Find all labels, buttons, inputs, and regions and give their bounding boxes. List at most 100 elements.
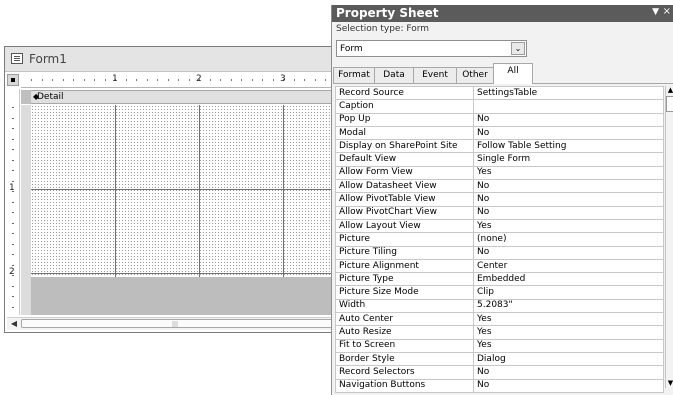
property-name: Picture Size Mode <box>335 285 474 300</box>
horizontal-scrollbar[interactable]: ◀ ||| <box>7 317 333 330</box>
property-value[interactable]: Clip <box>473 285 664 300</box>
property-value[interactable]: 5.2083" <box>473 298 664 314</box>
property-row[interactable]: Allow Layout View Yes <box>335 218 664 234</box>
property-value[interactable]: No <box>473 378 664 393</box>
tab-all[interactable]: All <box>493 63 533 84</box>
property-row[interactable]: Modal No <box>335 125 664 141</box>
tab-data[interactable]: Data <box>374 67 414 83</box>
ruler-tick <box>12 212 14 213</box>
property-row[interactable]: Allow PivotChart View No <box>335 205 664 220</box>
property-name: Auto Center <box>335 312 474 327</box>
ruler-number: 1 <box>9 183 15 193</box>
ruler-number: 2 <box>9 267 15 277</box>
ruler-tick <box>12 201 14 203</box>
section-selector-strip[interactable] <box>21 105 31 315</box>
form-titlebar[interactable]: Form1 <box>5 47 331 72</box>
property-name: Auto Resize <box>335 325 474 340</box>
property-name: Display on SharePoint Site <box>335 139 474 154</box>
ruler-tick <box>31 79 32 81</box>
property-value[interactable]: SettingsTable <box>473 85 664 101</box>
property-sheet-pane: Property Sheet ▼ × Selection type: Form … <box>331 5 673 395</box>
property-row[interactable]: Display on SharePoint Site Follow Table S… <box>335 139 664 154</box>
property-value[interactable]: Single Form <box>473 152 664 167</box>
property-value[interactable]: Yes <box>473 312 664 327</box>
ruler-tick <box>125 79 127 81</box>
property-row[interactable]: Allow Form View Yes <box>335 165 664 181</box>
property-value[interactable]: Dialog <box>473 351 664 367</box>
chevron-down-icon[interactable]: ▼ <box>652 7 659 17</box>
property-grid: Record Source SettingsTable Caption Pop Up N… <box>335 85 664 393</box>
ruler-tick <box>293 79 295 81</box>
ruler-number: 3 <box>280 74 286 84</box>
property-row[interactable]: Picture Size Mode Clip <box>335 285 664 300</box>
property-row[interactable]: Record Source SettingsTable <box>335 85 664 101</box>
property-row[interactable]: Allow Datasheet View No <box>335 179 664 194</box>
ruler-tick <box>62 79 64 81</box>
property-row[interactable]: Auto Resize Yes <box>335 325 664 340</box>
property-name: Record Source <box>335 85 474 101</box>
property-value[interactable]: (none) <box>473 232 664 247</box>
property-name: Allow Layout View <box>335 218 474 234</box>
detail-section-header[interactable]: ◆ Detail <box>21 90 333 104</box>
close-icon[interactable]: × <box>663 6 671 17</box>
scroll-down-arrow-icon[interactable]: ▼ <box>666 379 673 388</box>
property-row[interactable]: Allow PivotTable View No <box>335 192 664 207</box>
property-row[interactable]: Picture (none) <box>335 232 664 247</box>
property-row[interactable]: Picture Alignment Center <box>335 258 664 274</box>
property-row[interactable]: Fit to Screen Yes <box>335 338 664 353</box>
ruler-tick <box>157 79 158 81</box>
detail-section-grid[interactable] <box>31 105 333 277</box>
property-name: Record Selectors <box>335 365 474 380</box>
property-row[interactable]: Pop Up No <box>335 112 664 127</box>
property-row[interactable]: Width 5.2083" <box>335 298 664 314</box>
property-value[interactable] <box>473 99 664 114</box>
chevron-down-icon[interactable]: ⌄ <box>511 42 525 55</box>
property-row[interactable]: Record Selectors No <box>335 365 664 380</box>
property-value[interactable]: No <box>473 205 664 220</box>
object-select[interactable]: Form ⌄ <box>336 40 527 57</box>
property-value[interactable]: Follow Table Setting <box>473 139 664 154</box>
property-value[interactable]: Yes <box>473 338 664 353</box>
property-name: Navigation Buttons <box>335 378 474 393</box>
vertical-ruler[interactable]: 12 <box>7 89 20 315</box>
tab-event[interactable]: Event <box>413 67 457 83</box>
scroll-up-arrow-icon[interactable]: ▲ <box>666 86 673 95</box>
ruler-tick <box>136 79 137 81</box>
scrollbar-thumb[interactable]: ||| <box>21 319 333 328</box>
ruler-tick <box>12 254 14 255</box>
ruler-tick <box>220 79 221 81</box>
tab-other[interactable]: Other <box>456 67 494 83</box>
form-design-window[interactable]: Form1 123 12 ◆ Detail ◀ ||| <box>4 46 333 333</box>
property-row[interactable]: Default View Single Form <box>335 152 664 167</box>
property-value[interactable]: Yes <box>473 218 664 234</box>
property-value[interactable]: No <box>473 192 664 207</box>
form-selector[interactable] <box>7 74 19 86</box>
property-value[interactable]: Embedded <box>473 272 664 287</box>
ruler-tick <box>188 79 190 81</box>
property-value[interactable]: No <box>473 365 664 380</box>
property-value[interactable]: No <box>473 245 664 260</box>
property-value[interactable]: Yes <box>473 325 664 340</box>
grid-line <box>31 189 333 190</box>
ruler-tick <box>314 79 316 81</box>
scrollbar-thumb[interactable] <box>666 96 673 112</box>
tab-format[interactable]: Format <box>333 67 375 83</box>
property-value[interactable]: Yes <box>473 165 664 181</box>
property-value[interactable]: Center <box>473 258 664 274</box>
property-row[interactable]: Border Style Dialog <box>335 351 664 367</box>
property-value[interactable]: No <box>473 179 664 194</box>
property-value[interactable]: No <box>473 125 664 141</box>
horizontal-ruler[interactable]: 1 2 3 <box>21 74 333 88</box>
ruler-tick <box>12 159 14 161</box>
grid-line <box>31 273 333 274</box>
property-row[interactable]: Picture Type Embedded <box>335 272 664 287</box>
selection-type-label: Selection type: Form <box>336 24 430 34</box>
property-row[interactable]: Navigation Buttons No <box>335 378 664 393</box>
scroll-left-arrow-icon[interactable]: ◀ <box>9 319 19 329</box>
property-sheet-titlebar[interactable]: Property Sheet ▼ × <box>332 5 673 22</box>
property-row[interactable]: Picture Tiling No <box>335 245 664 260</box>
property-row[interactable]: Caption <box>335 99 664 114</box>
property-row[interactable]: Auto Center Yes <box>335 312 664 327</box>
property-value[interactable]: No <box>473 112 664 127</box>
vertical-scrollbar[interactable]: ▲ ▼ <box>665 86 673 388</box>
